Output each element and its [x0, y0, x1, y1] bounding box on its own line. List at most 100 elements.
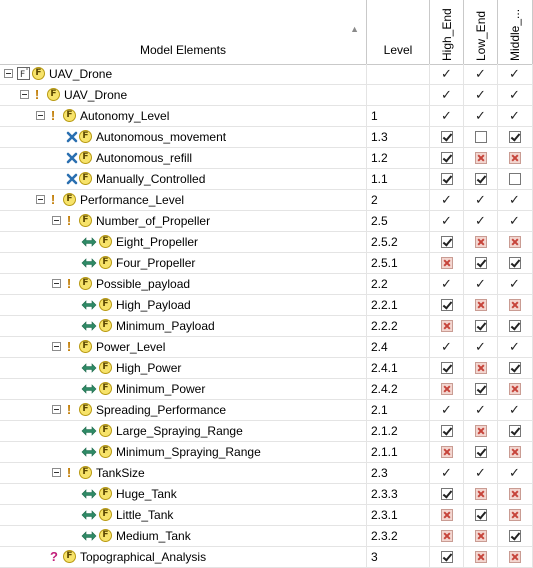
feature-label[interactable]: Possible_payload [96, 274, 190, 294]
selected-checkbox[interactable] [441, 236, 453, 248]
excluded-checkbox[interactable] [441, 530, 453, 542]
table-row[interactable]: F High_Payload 2.2.1 [0, 295, 533, 316]
selected-checkbox[interactable] [441, 551, 453, 563]
table-row[interactable]: ! F Spreading_Performance 2.1 ✓ ✓ ✓ [0, 400, 533, 421]
table-row[interactable]: F High_Power 2.4.1 [0, 358, 533, 379]
feature-label[interactable]: Huge_Tank [116, 484, 177, 504]
selected-checkbox[interactable] [441, 299, 453, 311]
feature-label[interactable]: Number_of_Propeller [96, 211, 210, 231]
table-row[interactable]: ! F TankSize 2.3 ✓ ✓ ✓ [0, 463, 533, 484]
table-row[interactable]: F Minimum_Power 2.4.2 [0, 379, 533, 400]
excluded-checkbox[interactable] [475, 362, 487, 374]
excluded-checkbox[interactable] [441, 509, 453, 521]
excluded-checkbox[interactable] [509, 236, 521, 248]
excluded-checkbox[interactable] [441, 383, 453, 395]
excluded-checkbox[interactable] [475, 488, 487, 500]
collapse-toggle-icon[interactable] [4, 69, 13, 78]
selected-checkbox[interactable] [441, 152, 453, 164]
selected-checkbox[interactable] [475, 383, 487, 395]
table-row[interactable]: F Minimum_Spraying_Range 2.1.1 [0, 442, 533, 463]
table-row[interactable]: ! F Autonomy_Level 1 ✓ ✓ ✓ [0, 106, 533, 127]
selected-checkbox[interactable] [475, 320, 487, 332]
selected-checkbox[interactable] [509, 362, 521, 374]
table-row[interactable]: F Little_Tank 2.3.1 [0, 505, 533, 526]
table-row[interactable]: ? F Topographical_Analysis 3 [0, 547, 533, 568]
selected-checkbox[interactable] [441, 362, 453, 374]
table-row[interactable]: F Minimum_Payload 2.2.2 [0, 316, 533, 337]
collapse-toggle-icon[interactable] [52, 342, 61, 351]
excluded-checkbox[interactable] [441, 257, 453, 269]
table-row[interactable]: F Autonomous_movement 1.3 [0, 127, 533, 148]
selected-checkbox[interactable] [475, 446, 487, 458]
feature-label[interactable]: Eight_Propeller [116, 232, 198, 252]
feature-label[interactable]: Autonomy_Level [80, 106, 169, 126]
excluded-checkbox[interactable] [509, 488, 521, 500]
collapse-toggle-icon[interactable] [52, 405, 61, 414]
excluded-checkbox[interactable] [509, 383, 521, 395]
table-row[interactable]: ! F UAV_Drone ✓ ✓ ✓ [0, 85, 533, 106]
collapse-toggle-icon[interactable] [36, 111, 45, 120]
feature-label[interactable]: Autonomous_refill [96, 148, 192, 168]
selected-checkbox[interactable] [441, 425, 453, 437]
selected-checkbox[interactable] [475, 257, 487, 269]
unselected-checkbox[interactable] [509, 173, 521, 185]
feature-label[interactable]: Spreading_Performance [96, 400, 226, 420]
unselected-checkbox[interactable] [475, 131, 487, 143]
excluded-checkbox[interactable] [441, 320, 453, 332]
table-row[interactable]: F Manually_Controlled 1.1 [0, 169, 533, 190]
excluded-checkbox[interactable] [509, 551, 521, 563]
collapse-toggle-icon[interactable] [36, 195, 45, 204]
excluded-checkbox[interactable] [441, 446, 453, 458]
table-row[interactable]: ! F Power_Level 2.4 ✓ ✓ ✓ [0, 337, 533, 358]
excluded-checkbox[interactable] [509, 446, 521, 458]
table-row[interactable]: F Autonomous_refill 1.2 [0, 148, 533, 169]
feature-label[interactable]: Medium_Tank [116, 526, 191, 546]
selected-checkbox[interactable] [509, 320, 521, 332]
feature-label[interactable]: Performance_Level [80, 190, 184, 210]
table-row[interactable]: F Huge_Tank 2.3.3 [0, 484, 533, 505]
excluded-checkbox[interactable] [475, 551, 487, 563]
table-row[interactable]: ! F Performance_Level 2 ✓ ✓ ✓ [0, 190, 533, 211]
collapse-toggle-icon[interactable] [52, 216, 61, 225]
selected-checkbox[interactable] [509, 131, 521, 143]
selected-checkbox[interactable] [509, 425, 521, 437]
selected-checkbox[interactable] [509, 530, 521, 542]
collapse-toggle-icon[interactable] [20, 90, 29, 99]
table-row[interactable]: ! F Number_of_Propeller 2.5 ✓ ✓ ✓ [0, 211, 533, 232]
feature-label[interactable]: Little_Tank [116, 505, 173, 525]
column-header-low-end[interactable]: Low_End [464, 0, 498, 64]
column-header-model-elements[interactable]: ▲ Model Elements [0, 0, 367, 64]
feature-label[interactable]: Autonomous_movement [96, 127, 226, 147]
feature-label[interactable]: Minimum_Spraying_Range [116, 442, 261, 462]
excluded-checkbox[interactable] [509, 509, 521, 521]
feature-label[interactable]: Manually_Controlled [96, 169, 205, 189]
feature-label[interactable]: High_Power [116, 358, 181, 378]
table-row[interactable]: F Medium_Tank 2.3.2 [0, 526, 533, 547]
column-header-level[interactable]: Level [367, 0, 430, 64]
selected-checkbox[interactable] [441, 173, 453, 185]
feature-label[interactable]: Large_Spraying_Range [116, 421, 243, 441]
collapse-toggle-icon[interactable] [52, 468, 61, 477]
excluded-checkbox[interactable] [475, 299, 487, 311]
feature-label[interactable]: High_Payload [116, 295, 191, 315]
table-row[interactable]: ! F Possible_payload 2.2 ✓ ✓ ✓ [0, 274, 533, 295]
feature-label[interactable]: Minimum_Power [116, 379, 205, 399]
excluded-checkbox[interactable] [475, 530, 487, 542]
feature-label[interactable]: Minimum_Payload [116, 316, 215, 336]
feature-label[interactable]: Four_Propeller [116, 253, 195, 273]
excluded-checkbox[interactable] [475, 236, 487, 248]
collapse-toggle-icon[interactable] [52, 279, 61, 288]
feature-label[interactable]: UAV_Drone [64, 85, 127, 105]
excluded-checkbox[interactable] [475, 152, 487, 164]
selected-checkbox[interactable] [509, 257, 521, 269]
selected-checkbox[interactable] [441, 131, 453, 143]
table-row[interactable]: F F UAV_Drone ✓ ✓ ✓ [0, 64, 533, 85]
selected-checkbox[interactable] [441, 488, 453, 500]
excluded-checkbox[interactable] [509, 152, 521, 164]
feature-label[interactable]: Topographical_Analysis [80, 547, 206, 567]
table-row[interactable]: F Large_Spraying_Range 2.1.2 [0, 421, 533, 442]
feature-label[interactable]: Power_Level [96, 337, 165, 357]
column-header-middle[interactable]: Middle_... [498, 0, 533, 64]
excluded-checkbox[interactable] [475, 425, 487, 437]
column-header-high-end[interactable]: High_End [430, 0, 464, 64]
